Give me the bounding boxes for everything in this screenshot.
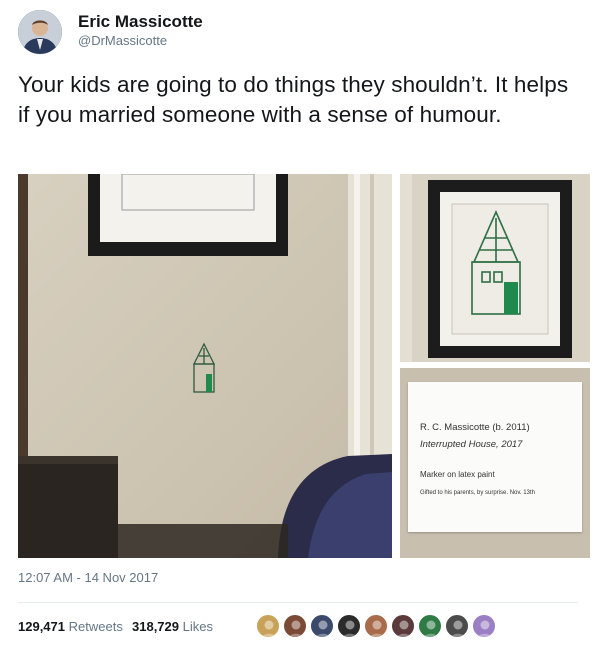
liker-avatar-icon[interactable] bbox=[391, 614, 415, 638]
retweets-stat[interactable]: 129,471 Retweets bbox=[18, 619, 123, 634]
retweets-count: 129,471 bbox=[18, 619, 65, 634]
liker-avatar-icon[interactable] bbox=[445, 614, 469, 638]
tweet-media[interactable]: R. C. Massicotte (b. 2011) Interrupted H… bbox=[18, 174, 590, 558]
retweets-label: Retweets bbox=[68, 619, 123, 634]
author-display-name[interactable]: Eric Massicotte bbox=[78, 12, 203, 32]
author-handle[interactable]: @DrMassicotte bbox=[78, 32, 203, 50]
tweet-stats: 129,471 Retweets 318,729 Likes bbox=[18, 612, 578, 640]
label-title: Interrupted House, 2017 bbox=[420, 439, 523, 450]
liker-avatar-icon[interactable] bbox=[472, 614, 496, 638]
liker-avatars bbox=[256, 612, 556, 640]
liker-avatar-icon[interactable] bbox=[283, 614, 307, 638]
label-artist: R. C. Massicotte (b. 2011) bbox=[420, 422, 530, 433]
likes-label: Likes bbox=[182, 619, 213, 634]
label-credit: Gifted to his parents, by surprise. Nov.… bbox=[420, 490, 535, 496]
divider-top bbox=[18, 602, 578, 603]
author-avatar[interactable] bbox=[18, 10, 62, 54]
tweet-timestamp[interactable]: 12:07 AM - 14 Nov 2017 bbox=[18, 570, 158, 585]
photo-wall-drawing[interactable] bbox=[18, 174, 392, 558]
liker-avatar-icon[interactable] bbox=[256, 614, 280, 638]
photo-label-card[interactable]: R. C. Massicotte (b. 2011) Interrupted H… bbox=[400, 368, 590, 558]
likes-stat[interactable]: 318,729 Likes bbox=[132, 619, 213, 634]
tweet-header: Eric Massicotte @DrMassicotte bbox=[18, 6, 578, 56]
liker-avatar-icon[interactable] bbox=[418, 614, 442, 638]
author-info[interactable]: Eric Massicotte @DrMassicotte bbox=[78, 12, 203, 50]
photo-framed-drawing[interactable] bbox=[400, 174, 590, 362]
liker-avatar-icon[interactable] bbox=[364, 614, 388, 638]
gallery-label-card: R. C. Massicotte (b. 2011) Interrupted H… bbox=[408, 382, 582, 532]
tweet-text: Your kids are going to do things they sh… bbox=[18, 72, 569, 127]
label-medium: Marker on latex paint bbox=[420, 470, 495, 479]
likes-count: 318,729 bbox=[132, 619, 179, 634]
liker-avatar-icon[interactable] bbox=[337, 614, 361, 638]
liker-avatar-icon[interactable] bbox=[310, 614, 334, 638]
